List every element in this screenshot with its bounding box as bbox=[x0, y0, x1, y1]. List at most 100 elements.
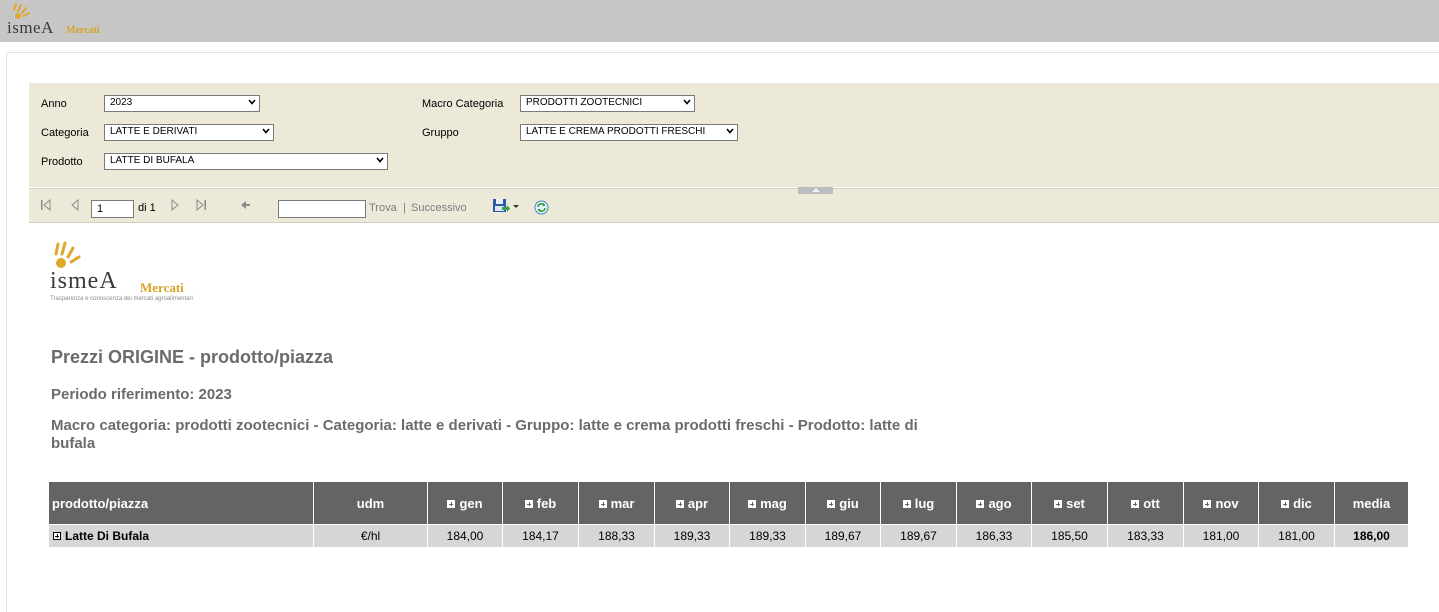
column-header-mar[interactable]: mar bbox=[578, 481, 655, 525]
column-header-lug[interactable]: lug bbox=[880, 481, 957, 525]
prodotto-select[interactable]: LATTE DI BUFALA bbox=[104, 153, 388, 170]
expand-plus-icon[interactable] bbox=[1131, 499, 1140, 508]
chevron-down-icon bbox=[262, 128, 270, 134]
column-header-apr[interactable]: apr bbox=[654, 481, 730, 525]
price-cell-feb: 184,17 bbox=[502, 524, 579, 548]
column-header-label: apr bbox=[687, 495, 709, 511]
price-cell-lug: 189,67 bbox=[880, 524, 957, 548]
gruppo-select[interactable]: LATTE E CREMA PRODOTTI FRESCHI bbox=[520, 124, 738, 141]
collapse-parameters-button[interactable] bbox=[798, 187, 833, 194]
expand-plus-icon[interactable] bbox=[524, 499, 533, 508]
expand-plus-icon[interactable] bbox=[1281, 499, 1290, 508]
gruppo-select-value: LATTE E CREMA PRODOTTI FRESCHI bbox=[526, 126, 706, 137]
price-cell-ago: 186,33 bbox=[956, 524, 1032, 548]
last-page-icon[interactable] bbox=[195, 199, 207, 211]
column-header-label: mar bbox=[610, 495, 635, 511]
chevron-down-icon bbox=[683, 99, 691, 105]
expand-plus-icon[interactable] bbox=[447, 499, 456, 508]
categoria-select-value: LATTE E DERIVATI bbox=[110, 126, 198, 137]
categoria-label: Categoria bbox=[41, 127, 89, 139]
price-cell-dic: 181,00 bbox=[1258, 524, 1335, 548]
report-logo-brand: ismeA bbox=[50, 268, 118, 294]
table-header-row: prodotto/piazza udm gen feb mar apr mag giu lu… bbox=[48, 481, 1409, 525]
column-header-ago[interactable]: ago bbox=[956, 481, 1032, 525]
top-header-bar: ismeA Mercati bbox=[0, 0, 1439, 42]
expand-plus-icon[interactable] bbox=[902, 499, 911, 508]
price-cell-mag: 189,33 bbox=[729, 524, 806, 548]
column-header-nov[interactable]: nov bbox=[1183, 481, 1259, 525]
report-description: Macro categoria: prodotti zootecnici - C… bbox=[51, 417, 918, 452]
prices-table: prodotto/piazza udm gen feb mar apr mag giu lu… bbox=[48, 481, 1409, 548]
column-header-product: prodotto/piazza bbox=[48, 481, 314, 525]
column-header-giu[interactable]: giu bbox=[805, 481, 881, 525]
chevron-down-icon bbox=[726, 128, 734, 134]
anno-select-value: 2023 bbox=[110, 97, 133, 108]
expand-plus-icon[interactable] bbox=[748, 499, 757, 508]
logo-brand-text: ismeA bbox=[7, 18, 54, 37]
column-header-set[interactable]: set bbox=[1031, 481, 1108, 525]
column-header-label: set bbox=[1066, 495, 1085, 511]
prodotto-label: Prodotto bbox=[41, 156, 83, 168]
expand-plus-icon[interactable] bbox=[1054, 499, 1063, 508]
previous-page-icon[interactable] bbox=[69, 199, 81, 211]
refresh-icon[interactable] bbox=[534, 200, 549, 215]
column-header-label: dic bbox=[1293, 495, 1312, 511]
column-header-label: nov bbox=[1215, 495, 1239, 511]
gruppo-label: Gruppo bbox=[422, 127, 459, 139]
page-number-input[interactable]: 1 bbox=[91, 200, 134, 218]
macro-categoria-label: Macro Categoria bbox=[422, 98, 504, 110]
anno-select[interactable]: 2023 bbox=[104, 95, 260, 112]
report-logo: ismeA Mercati Trasparenza e conoscenza d… bbox=[48, 240, 248, 308]
column-header-label: feb bbox=[536, 495, 557, 511]
find-link[interactable]: Trova bbox=[369, 202, 397, 214]
report-period: Periodo riferimento: 2023 bbox=[51, 386, 232, 403]
column-header-label: giu bbox=[839, 495, 859, 511]
column-header-mag[interactable]: mag bbox=[729, 481, 806, 525]
column-header-label: lug bbox=[914, 495, 935, 511]
expand-plus-icon[interactable] bbox=[827, 499, 836, 508]
chevron-up-icon bbox=[812, 188, 820, 192]
first-page-icon[interactable] bbox=[40, 199, 52, 211]
expand-plus-icon[interactable] bbox=[598, 499, 607, 508]
macro-categoria-select-value: PRODOTTI ZOOTECNICI bbox=[526, 97, 643, 108]
udm-cell: €/hl bbox=[313, 524, 428, 548]
chevron-down-icon bbox=[376, 157, 384, 163]
product-name: Latte Di Bufala bbox=[65, 529, 150, 543]
product-cell[interactable]: Latte Di Bufala bbox=[48, 524, 314, 548]
expand-plus-icon[interactable] bbox=[1203, 499, 1212, 508]
next-page-icon[interactable] bbox=[169, 199, 181, 211]
column-header-dic[interactable]: dic bbox=[1258, 481, 1335, 525]
price-cell-apr: 189,33 bbox=[654, 524, 730, 548]
price-cell-giu: 189,67 bbox=[805, 524, 881, 548]
expand-plus-icon[interactable] bbox=[976, 499, 985, 508]
column-header-label: gen bbox=[459, 495, 483, 511]
report-title: Prezzi ORIGINE - prodotto/piazza bbox=[51, 347, 334, 367]
report-toolbar: 1 di 1 Trova | Successivo bbox=[29, 188, 1439, 223]
table-row: Latte Di Bufala €/hl 184,00 184,17 188,33 189… bbox=[48, 524, 1409, 548]
toolbar-separator: | bbox=[403, 202, 406, 214]
prodotto-select-value: LATTE DI BUFALA bbox=[110, 155, 195, 166]
parameters-panel: Anno 2023 Macro Categoria PRODOTTI ZOOTE… bbox=[29, 83, 1439, 187]
column-header-media: media bbox=[1334, 481, 1409, 525]
price-cell-ott: 183,33 bbox=[1107, 524, 1184, 548]
report-logo-sub: Mercati bbox=[140, 280, 184, 295]
categoria-select[interactable]: LATTE E DERIVATI bbox=[104, 124, 274, 141]
macro-categoria-select[interactable]: PRODOTTI ZOOTECNICI bbox=[520, 95, 695, 112]
export-save-icon[interactable] bbox=[492, 198, 520, 214]
price-cell-gen: 184,00 bbox=[427, 524, 503, 548]
find-text-input[interactable] bbox=[278, 200, 366, 218]
page-count-label: di 1 bbox=[138, 202, 156, 214]
expand-plus-icon[interactable] bbox=[53, 532, 61, 540]
logo-sub-text: Mercati bbox=[66, 25, 100, 36]
price-cell-nov: 181,00 bbox=[1183, 524, 1259, 548]
column-header-label: ott bbox=[1143, 495, 1160, 511]
back-to-parent-icon[interactable] bbox=[239, 199, 251, 211]
column-header-ott[interactable]: ott bbox=[1107, 481, 1184, 525]
column-header-feb[interactable]: feb bbox=[502, 481, 579, 525]
anno-label: Anno bbox=[41, 98, 67, 110]
expand-plus-icon[interactable] bbox=[675, 499, 684, 508]
price-cell-mar: 188,33 bbox=[578, 524, 655, 548]
chevron-down-icon bbox=[248, 99, 256, 105]
column-header-gen[interactable]: gen bbox=[427, 481, 503, 525]
find-next-link[interactable]: Successivo bbox=[411, 202, 467, 214]
